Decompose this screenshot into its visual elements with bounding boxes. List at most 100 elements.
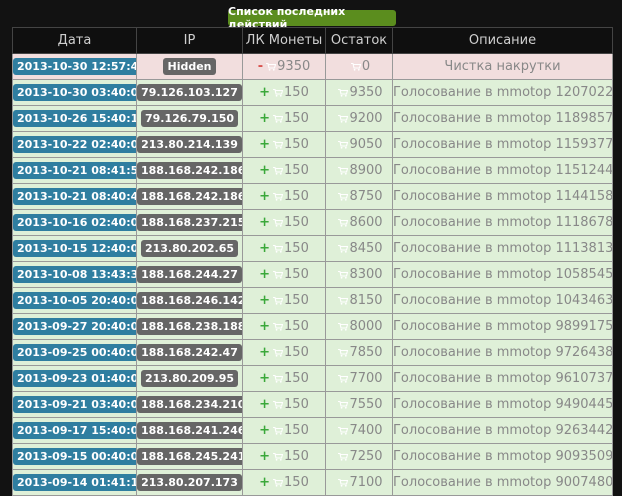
description-cell: Голосование в mmotop 9899175	[392, 313, 613, 340]
table-row: 2013-10-22 02:40:07 213.80.214.139 +150 905…	[12, 131, 613, 158]
description-cell: Голосование в mmotop 11898572	[392, 105, 613, 132]
date-cell: 2013-09-21 03:40:06	[12, 391, 137, 418]
balance-value: 7250	[349, 449, 383, 464]
date-cell: 2013-10-30 12:57:42	[12, 53, 137, 80]
balance-cell: 9350	[325, 79, 393, 106]
coin-amount: 150	[284, 319, 309, 334]
balance-cell: 7100	[325, 469, 393, 496]
date-cell: 2013-10-22 02:40:07	[12, 131, 137, 158]
coins-cell: +150	[242, 261, 326, 288]
cart-icon	[338, 219, 349, 227]
date-badge: 2013-10-30 03:40:06	[13, 84, 136, 101]
date-cell: 2013-10-21 08:40:45	[12, 183, 137, 210]
description-cell: Голосование в mmotop 9263442	[392, 417, 613, 444]
balance-value: 7850	[349, 345, 383, 360]
ip-badge: 188.168.241.246	[137, 422, 242, 439]
coin-amount: 9350	[277, 59, 311, 74]
cart-icon	[273, 193, 284, 201]
date-cell: 2013-09-27 20:40:09	[12, 313, 137, 340]
date-cell: 2013-09-25 00:40:07	[12, 339, 137, 366]
column-header-coins[interactable]: ЛК Монеты	[242, 27, 326, 54]
balance-cell: 7700	[325, 365, 393, 392]
coin-amount: 150	[284, 137, 309, 152]
table-row: 2013-10-30 03:40:06 79.126.103.127 +150 935…	[12, 79, 613, 106]
ip-cell: 213.80.214.139	[136, 131, 243, 158]
cart-icon	[273, 479, 284, 487]
date-badge: 2013-10-22 02:40:07	[13, 136, 136, 153]
cart-icon	[273, 427, 284, 435]
cart-icon	[266, 63, 277, 71]
date-badge: 2013-09-14 01:41:19	[13, 474, 136, 491]
coin-sign: +	[259, 371, 271, 386]
balance-cell: 7850	[325, 339, 393, 366]
table-row: 2013-09-25 00:40:07 188.168.242.47 +150 785…	[12, 339, 613, 366]
cart-icon	[338, 479, 349, 487]
coin-amount: 150	[284, 397, 309, 412]
balance-value: 0	[361, 59, 371, 74]
coin-sign: +	[259, 85, 271, 100]
date-cell: 2013-10-26 15:40:10	[12, 105, 137, 132]
date-cell: 2013-10-08 13:43:31	[12, 261, 137, 288]
column-header-date[interactable]: Дата	[12, 27, 137, 54]
balance-value: 8900	[349, 163, 383, 178]
ip-cell: 213.80.202.65	[136, 235, 243, 262]
description-cell: Голосование в mmotop 9490445	[392, 391, 613, 418]
column-header-ip[interactable]: IP	[136, 27, 243, 54]
coins-cell: +150	[242, 235, 326, 262]
date-badge: 2013-10-05 20:40:05	[13, 292, 136, 309]
ip-cell: Hidden	[136, 53, 243, 80]
description-cell: Голосование в mmotop 12070223	[392, 79, 613, 106]
balance-cell: 8300	[325, 261, 393, 288]
balance-cell: 9050	[325, 131, 393, 158]
date-badge: 2013-09-27 20:40:09	[13, 318, 136, 335]
table-row: 2013-09-23 01:40:09 213.80.209.95 +150 7700…	[12, 365, 613, 392]
ip-cell: 188.168.245.241	[136, 443, 243, 470]
cart-icon	[338, 323, 349, 331]
column-header-description[interactable]: Описание	[392, 27, 613, 54]
date-cell: 2013-10-05 20:40:05	[12, 287, 137, 314]
cart-icon	[338, 245, 349, 253]
ip-badge: 188.168.246.142	[137, 292, 242, 309]
table-row: 2013-09-17 15:40:06 188.168.241.246 +150 74…	[12, 417, 613, 444]
balance-value: 8150	[349, 293, 383, 308]
coin-amount: 150	[284, 267, 309, 282]
column-header-balance[interactable]: Остаток	[325, 27, 393, 54]
coin-amount: 150	[284, 163, 309, 178]
coin-sign: -	[257, 59, 264, 74]
balance-cell: 8750	[325, 183, 393, 210]
coins-cell: +150	[242, 209, 326, 236]
coin-amount: 150	[284, 85, 309, 100]
ip-cell: 188.168.242.186	[136, 157, 243, 184]
ip-badge: 188.168.244.27	[137, 266, 242, 283]
description-cell: Голосование в mmotop 11512445	[392, 157, 613, 184]
cart-icon	[338, 193, 349, 201]
balance-cell: 9200	[325, 105, 393, 132]
coin-amount: 150	[284, 423, 309, 438]
cart-icon	[273, 89, 284, 97]
date-badge: 2013-10-30 12:57:42	[13, 58, 136, 75]
date-badge: 2013-10-15 12:40:05	[13, 240, 136, 257]
table-row: 2013-10-16 02:40:06 188.168.237.215 +150 86…	[12, 209, 613, 236]
coins-cell: +150	[242, 391, 326, 418]
date-cell: 2013-09-17 15:40:06	[12, 417, 137, 444]
coins-cell: +150	[242, 105, 326, 132]
cart-icon	[273, 349, 284, 357]
coin-sign: +	[259, 293, 271, 308]
description-cell: Голосование в mmotop 10434637	[392, 287, 613, 314]
table-row: 2013-10-15 12:40:05 213.80.202.65 +150 8450…	[12, 235, 613, 262]
actions-panel: Список последних действий Дата IP ЛК Мон…	[0, 0, 622, 496]
balance-value: 9050	[349, 137, 383, 152]
cart-icon	[338, 453, 349, 461]
coin-sign: +	[259, 163, 271, 178]
date-badge: 2013-09-23 01:40:09	[13, 370, 136, 387]
ip-badge: 213.80.202.65	[140, 240, 239, 257]
ip-badge: 213.80.214.139	[137, 136, 242, 153]
ip-cell: 188.168.238.188	[136, 313, 243, 340]
coins-cell: +150	[242, 313, 326, 340]
coin-sign: +	[259, 267, 271, 282]
date-cell: 2013-09-15 00:40:08	[12, 443, 137, 470]
cart-icon	[273, 141, 284, 149]
coin-sign: +	[259, 189, 271, 204]
ip-badge: 79.126.103.127	[137, 84, 242, 101]
cart-icon	[273, 401, 284, 409]
